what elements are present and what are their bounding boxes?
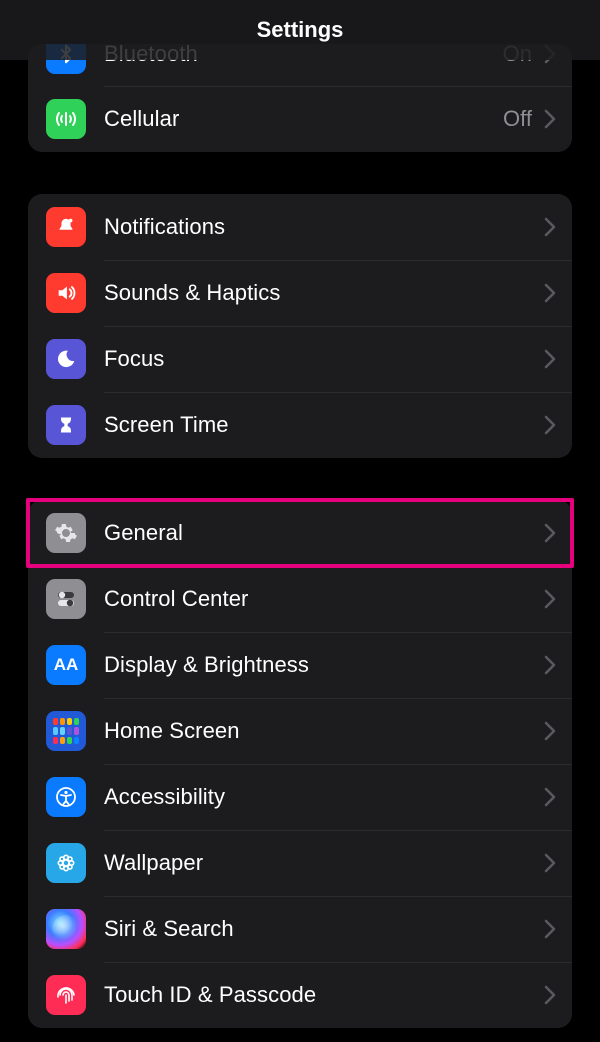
- row-home-screen[interactable]: Home Screen: [28, 698, 572, 764]
- focus-label: Focus: [86, 346, 538, 372]
- display-icon-text: AA: [54, 655, 79, 675]
- accessibility-label: Accessibility: [86, 784, 538, 810]
- siri-icon: [46, 909, 86, 949]
- screentime-icon: [46, 405, 86, 445]
- chevron-icon: [538, 523, 572, 543]
- cellular-icon: [46, 99, 86, 139]
- chevron-icon: [538, 589, 572, 609]
- wallpaper-label: Wallpaper: [86, 850, 538, 876]
- touchid-icon: [46, 975, 86, 1015]
- focus-icon: [46, 339, 86, 379]
- group-notifications: Notifications Sounds & Haptics Focus Scr…: [28, 194, 572, 458]
- group-connectivity: Bluetooth On Cellular Off: [28, 44, 572, 152]
- home-screen-icon: [46, 711, 86, 751]
- notifications-icon: [46, 207, 86, 247]
- cellular-value: Off: [503, 106, 538, 132]
- chevron-icon: [538, 217, 572, 237]
- screentime-label: Screen Time: [86, 412, 538, 438]
- general-label: General: [86, 520, 538, 546]
- chevron-icon: [538, 109, 572, 129]
- sounds-label: Sounds & Haptics: [86, 280, 538, 306]
- home-screen-label: Home Screen: [86, 718, 538, 744]
- chevron-icon: [538, 349, 572, 369]
- row-display[interactable]: AA Display & Brightness: [28, 632, 572, 698]
- sounds-icon: [46, 273, 86, 313]
- chevron-icon: [538, 787, 572, 807]
- page-title: Settings: [257, 17, 344, 43]
- row-control-center[interactable]: Control Center: [28, 566, 572, 632]
- siri-label: Siri & Search: [86, 916, 538, 942]
- display-label: Display & Brightness: [86, 652, 538, 678]
- display-icon: AA: [46, 645, 86, 685]
- row-touchid[interactable]: Touch ID & Passcode: [28, 962, 572, 1028]
- notifications-label: Notifications: [86, 214, 538, 240]
- chevron-icon: [538, 919, 572, 939]
- chevron-icon: [538, 283, 572, 303]
- row-siri[interactable]: Siri & Search: [28, 896, 572, 962]
- chevron-icon: [538, 655, 572, 675]
- touchid-label: Touch ID & Passcode: [86, 982, 538, 1008]
- cellular-label: Cellular: [86, 106, 503, 132]
- chevron-icon: [538, 415, 572, 435]
- chevron-icon: [538, 721, 572, 741]
- row-focus[interactable]: Focus: [28, 326, 572, 392]
- control-center-label: Control Center: [86, 586, 538, 612]
- wallpaper-icon: [46, 843, 86, 883]
- settings-scroll[interactable]: Bluetooth On Cellular Off Notifications: [0, 60, 600, 1042]
- general-icon: [46, 513, 86, 553]
- row-sounds[interactable]: Sounds & Haptics: [28, 260, 572, 326]
- accessibility-icon: [46, 777, 86, 817]
- row-wallpaper[interactable]: Wallpaper: [28, 830, 572, 896]
- row-general[interactable]: General: [28, 500, 572, 566]
- row-accessibility[interactable]: Accessibility: [28, 764, 572, 830]
- chevron-icon: [538, 853, 572, 873]
- group-general: General Control Center AA Display & Brig…: [28, 500, 572, 1028]
- nav-bar: Settings: [0, 0, 600, 60]
- row-cellular[interactable]: Cellular Off: [28, 86, 572, 152]
- row-screentime[interactable]: Screen Time: [28, 392, 572, 458]
- chevron-icon: [538, 985, 572, 1005]
- control-center-icon: [46, 579, 86, 619]
- row-notifications[interactable]: Notifications: [28, 194, 572, 260]
